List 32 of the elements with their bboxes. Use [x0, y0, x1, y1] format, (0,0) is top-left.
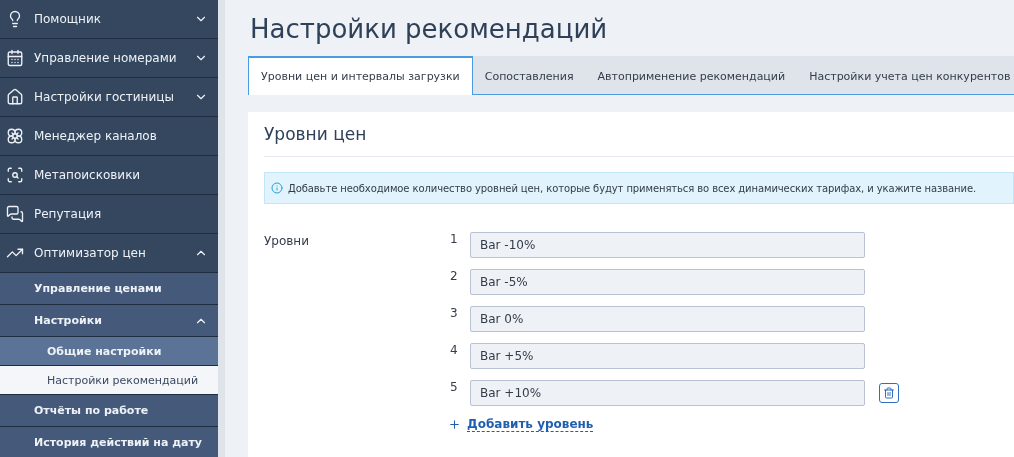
level-input[interactable]: Bar 0%: [470, 306, 865, 332]
tab[interactable]: Сопоставления: [472, 56, 586, 94]
sidebar-item[interactable]: Настройки рекомендаций: [0, 366, 218, 395]
level-number: 5: [450, 380, 459, 394]
sidebar-item[interactable]: Помощник: [0, 0, 218, 39]
field-label: Уровни: [264, 233, 310, 250]
sidebar-item[interactable]: Управление ценами: [0, 273, 218, 305]
card-title: Уровни цен: [264, 112, 1014, 157]
sidebar-item[interactable]: Метапоисковики: [0, 156, 218, 195]
sidebar-item[interactable]: Репутация: [0, 195, 218, 234]
level-number: 3: [450, 306, 459, 320]
sidebar-item[interactable]: Отчёты по работе: [0, 395, 218, 427]
add-level-link[interactable]: Добавить уровень: [448, 417, 899, 432]
level-number: 4: [450, 343, 459, 357]
tab[interactable]: Настройки учета цен конкурентов: [797, 56, 1014, 94]
tab[interactable]: Уровни цен и интервалы загрузки: [248, 56, 473, 95]
sidebar-item[interactable]: Управление номерами: [0, 39, 218, 78]
sidebar-item[interactable]: Общие настройки: [0, 337, 218, 366]
level-number: 1: [450, 232, 459, 246]
sidebar-item[interactable]: Настройки гостиницы: [0, 78, 218, 117]
level-input[interactable]: Bar -5%: [470, 269, 865, 295]
level-input[interactable]: Bar -10%: [470, 232, 865, 258]
level-input[interactable]: Bar +5%: [470, 343, 865, 369]
level-number: 2: [450, 269, 459, 283]
info-text: Добавьте необходимое количество уровней цен, которые будут применяться во всех динамических тарифах, и укажите название.: [288, 182, 977, 194]
sidebar-item[interactable]: История действий на дату: [0, 427, 218, 457]
page-title: Настройки рекомендаций: [250, 14, 609, 44]
level-input[interactable]: Bar +10%: [470, 380, 865, 406]
sidebar-item[interactable]: Настройки: [0, 305, 218, 337]
tab[interactable]: Автоприменение рекомендаций: [585, 56, 798, 94]
sidebar-item[interactable]: Оптимизатор цен: [0, 234, 218, 273]
sidebar-item[interactable]: Менеджер каналов: [0, 117, 218, 156]
